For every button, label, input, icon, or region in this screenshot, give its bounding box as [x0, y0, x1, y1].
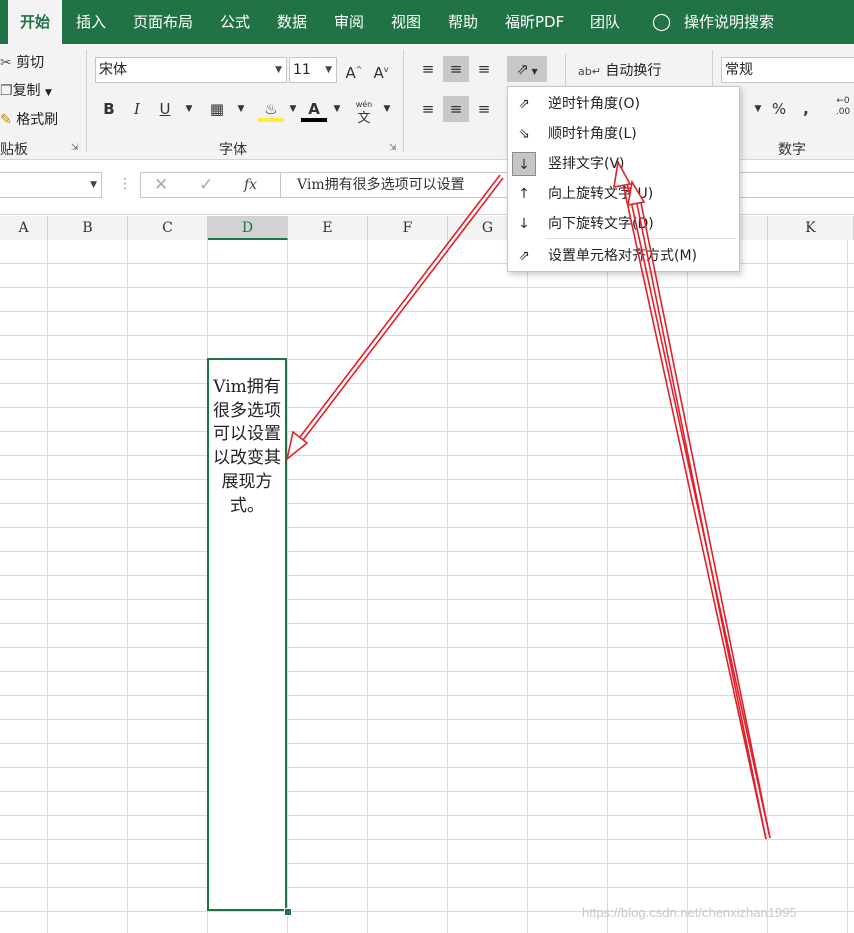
tab-insert[interactable]: 插入	[76, 0, 106, 44]
watermark: https://blog.csdn.net/chenxizhan1995	[582, 905, 797, 920]
increase-decimal-icon[interactable]: ←0.00	[830, 96, 854, 122]
tab-home[interactable]: 开始	[8, 0, 62, 44]
underline-button[interactable]: U	[152, 96, 178, 122]
dialog-launcher-icon[interactable]: ⇲	[71, 143, 79, 153]
align-bottom-icon[interactable]: ≡	[471, 56, 497, 82]
tab-view[interactable]: 视图	[391, 0, 421, 44]
chevron-down-icon[interactable]: ▼	[176, 96, 202, 122]
percent-style-button[interactable]: %	[766, 96, 792, 122]
scissors-icon: ✂	[0, 55, 12, 71]
worksheet-grid[interactable]	[0, 240, 854, 933]
rotate-counterclockwise-icon: ⇗	[518, 96, 530, 112]
tab-review[interactable]: 审阅	[334, 0, 364, 44]
orientation-button[interactable]: ⇗ ▼	[507, 56, 547, 82]
comma-style-button[interactable]: ,	[793, 96, 819, 122]
menu-divider	[546, 238, 736, 239]
font-size-select[interactable]: 11 ▼	[289, 57, 337, 83]
format-alignment-icon: ⇗	[518, 248, 530, 264]
borders-icon[interactable]: ▦	[204, 96, 230, 122]
formula-bar-handle-icon[interactable]: ⋮	[118, 176, 132, 192]
decrease-font-size-icon[interactable]: Av	[368, 57, 394, 83]
menu-item-counterclockwise[interactable]: ⇗ 逆时针角度(O)	[508, 89, 737, 119]
paintbrush-icon: ✎	[0, 112, 12, 128]
bold-button[interactable]: B	[96, 96, 122, 122]
column-header[interactable]: A	[0, 216, 48, 240]
column-header[interactable]: E	[288, 216, 368, 240]
cut-button[interactable]: ✂ 剪切	[0, 52, 44, 72]
column-header[interactable]: C	[128, 216, 208, 240]
dialog-launcher-icon[interactable]: ⇲	[389, 143, 397, 153]
font-name-select[interactable]: 宋体 ▼	[95, 57, 287, 83]
ribbon-tab-bar: 开始 插入 页面布局 公式 数据 审阅 视图 帮助 福昕PDF 团队 ◯ 操作说…	[0, 0, 854, 44]
rotate-up-icon: ↑	[518, 186, 530, 202]
menu-item-clockwise[interactable]: ⇘ 顺时针角度(L)	[508, 119, 737, 149]
chevron-down-icon[interactable]: ▼	[374, 96, 400, 122]
menu-item-rotate-up[interactable]: ↑ 向上旋转文字(U)	[508, 179, 737, 209]
align-right-icon[interactable]: ≡	[471, 96, 497, 122]
orientation-icon: ⇗	[516, 60, 529, 78]
insert-function-icon[interactable]: fx	[244, 173, 257, 197]
lightbulb-icon[interactable]: ◯	[652, 0, 671, 44]
tab-help[interactable]: 帮助	[448, 0, 478, 44]
tab-page-layout[interactable]: 页面布局	[133, 0, 193, 44]
cancel-icon[interactable]: ✕	[154, 173, 168, 197]
wrap-text-button[interactable]: ab↵ 自动换行	[578, 60, 661, 80]
column-header[interactable]: K	[768, 216, 854, 240]
column-header[interactable]: B	[48, 216, 128, 240]
column-header[interactable]: F	[368, 216, 448, 240]
divider	[86, 50, 87, 152]
align-middle-icon[interactable]: ≡	[443, 56, 469, 82]
format-painter-button[interactable]: ✎ 格式刷	[0, 109, 58, 129]
number-group-label: 数字	[778, 142, 806, 158]
enter-icon[interactable]: ✓	[199, 173, 213, 197]
cell-vertical-text: Vim拥有很多选项可以设置以改变其展现方式。	[213, 377, 281, 516]
menu-item-rotate-down[interactable]: ↓ 向下旋转文字(D)	[508, 209, 737, 239]
tab-foxit-pdf[interactable]: 福昕PDF	[505, 0, 564, 44]
chevron-down-icon: ▼	[325, 65, 332, 75]
formula-buttons: ✕ ✓ fx	[140, 172, 280, 198]
chevron-down-icon: ▼	[528, 67, 538, 76]
align-center-icon[interactable]: ≡	[443, 96, 469, 122]
rotate-down-icon: ↓	[518, 216, 530, 232]
copy-button[interactable]: ❐复制 ▼	[0, 80, 52, 100]
chevron-down-icon[interactable]: ▼	[228, 96, 254, 122]
tab-formulas[interactable]: 公式	[220, 0, 250, 44]
tell-me-search[interactable]: 操作说明搜索	[684, 0, 774, 44]
name-box[interactable]: ▼	[0, 172, 102, 198]
active-cell-d[interactable]: Vim拥有很多选项可以设置以改变其展现方式。	[207, 358, 287, 911]
italic-button[interactable]: I	[124, 96, 150, 122]
menu-item-format-alignment[interactable]: ⇗ 设置单元格对齐方式(M)	[508, 241, 737, 271]
wrap-text-icon: ab↵	[578, 65, 601, 78]
column-header-selected[interactable]: D	[208, 216, 288, 240]
clipboard-group-label: 贴板	[0, 142, 28, 158]
number-format-select[interactable]: 常规	[721, 57, 854, 83]
font-group-label: 字体	[219, 142, 247, 158]
align-left-icon[interactable]: ≡	[415, 96, 441, 122]
chevron-down-icon[interactable]: ▼	[45, 88, 52, 98]
copy-icon: ❐	[0, 83, 13, 99]
menu-item-vertical-text[interactable]: ↓ 竖排文字(V)	[508, 149, 737, 179]
vertical-text-icon: ↓	[512, 152, 536, 176]
divider	[403, 50, 404, 152]
chevron-down-icon: ▼	[275, 65, 282, 75]
chevron-down-icon[interactable]: ▼	[324, 96, 350, 122]
tab-data[interactable]: 数据	[277, 0, 307, 44]
align-top-icon[interactable]: ≡	[415, 56, 441, 82]
increase-font-size-icon[interactable]: A^	[341, 57, 367, 83]
tab-team[interactable]: 团队	[590, 0, 620, 44]
chevron-down-icon: ▼	[90, 180, 97, 190]
fill-handle[interactable]	[284, 908, 292, 916]
rotate-clockwise-icon: ⇘	[518, 126, 530, 142]
orientation-menu: ⇗ 逆时针角度(O) ⇘ 顺时针角度(L) ↓ 竖排文字(V) ↑ 向上旋转文字…	[507, 86, 740, 272]
